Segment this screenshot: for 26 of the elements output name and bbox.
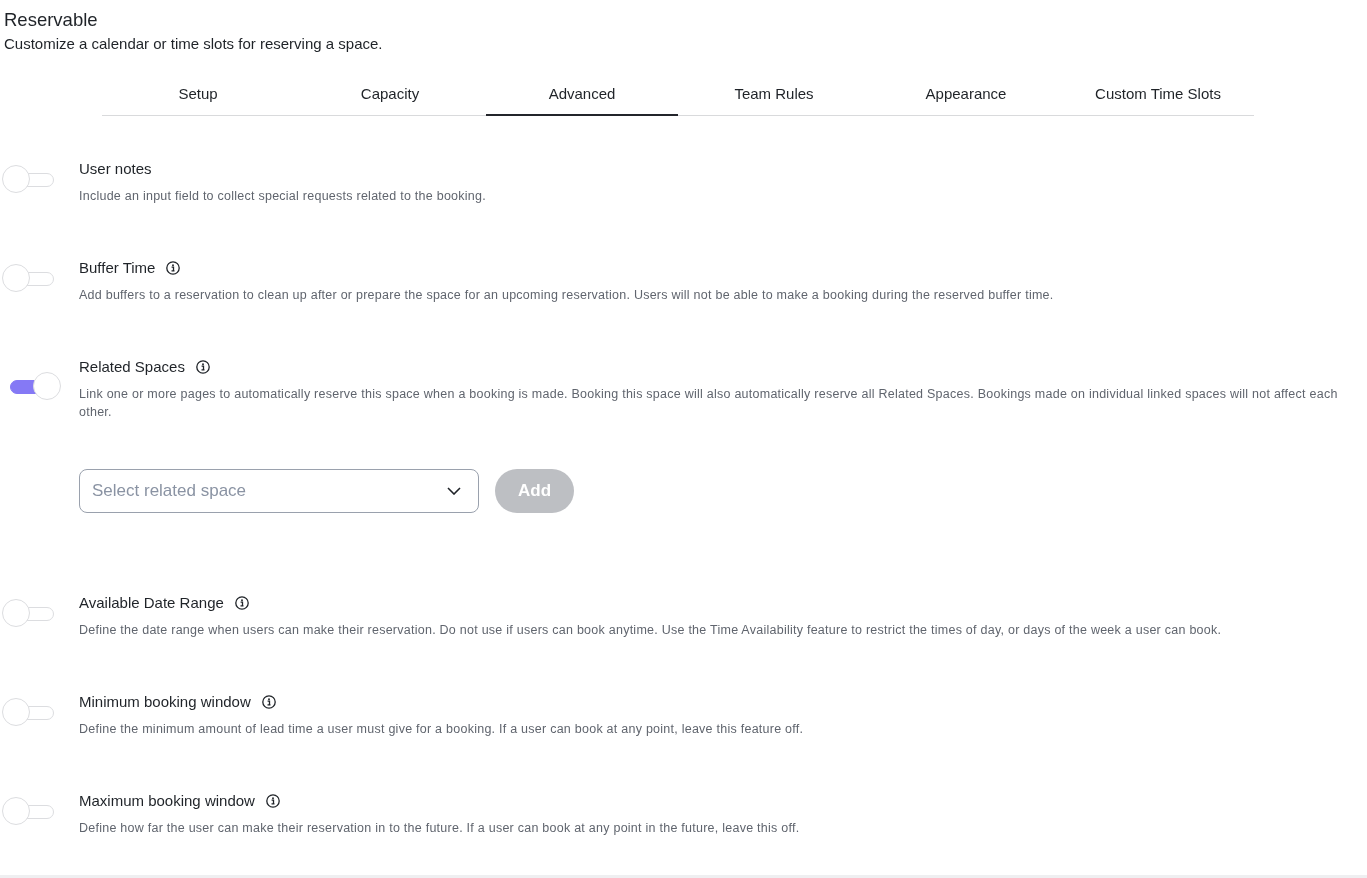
setting-description: Add buffers to a reservation to clean up after or prepare the space for an upcoming reservation. Users will not be able to make a booking during the reserved buffer time. — [79, 287, 1055, 304]
setting-description: Include an input field to collect special requests related to the booking. — [79, 188, 487, 205]
setting-title: Maximum booking window — [79, 791, 255, 811]
setting-title: Related Spaces — [79, 357, 185, 377]
info-icon[interactable] — [265, 794, 280, 808]
tab[interactable]: Appearance — [870, 72, 1062, 116]
setting-title: Minimum booking window — [79, 692, 251, 712]
setting-description: Link one or more pages to automatically reserve this space when a booking is made. Booking this space will also automatically reserve all Related Spaces. Bookings made on individual linked spaces will not affect each other. — [79, 386, 1339, 421]
tab[interactable]: Setup — [102, 72, 294, 116]
info-icon[interactable] — [234, 596, 249, 610]
info-icon[interactable] — [261, 695, 276, 709]
chevron-down-icon — [447, 487, 461, 495]
setting-description: Define the date range when users can make their reservation. Do not use if users can book anytime. Use the Time Availability feature to restrict the times of day, or days of the week a user can book. — [79, 622, 1223, 639]
tab[interactable]: Team Rules — [678, 72, 870, 116]
setting-title: Available Date Range — [79, 593, 224, 613]
page-title: Reservable — [4, 8, 98, 32]
tab[interactable]: Custom Time Slots — [1062, 72, 1254, 116]
page-subtitle: Customize a calendar or time slots for reserving a space. — [4, 34, 383, 54]
setting-description: Define the minimum amount of lead time a user must give for a booking. If a user can book at any point, leave this feature off. — [79, 721, 805, 738]
tab[interactable]: Advanced — [486, 72, 678, 116]
setting-description: Define how far the user can make their reservation in to the future. If a user can book at any point in the future, leave this off. — [79, 820, 801, 837]
tab[interactable]: Capacity — [294, 72, 486, 116]
setting-title: User notes — [79, 159, 152, 179]
setting-title: Buffer Time — [79, 258, 156, 278]
info-icon[interactable] — [195, 360, 210, 374]
info-icon[interactable] — [166, 261, 181, 275]
